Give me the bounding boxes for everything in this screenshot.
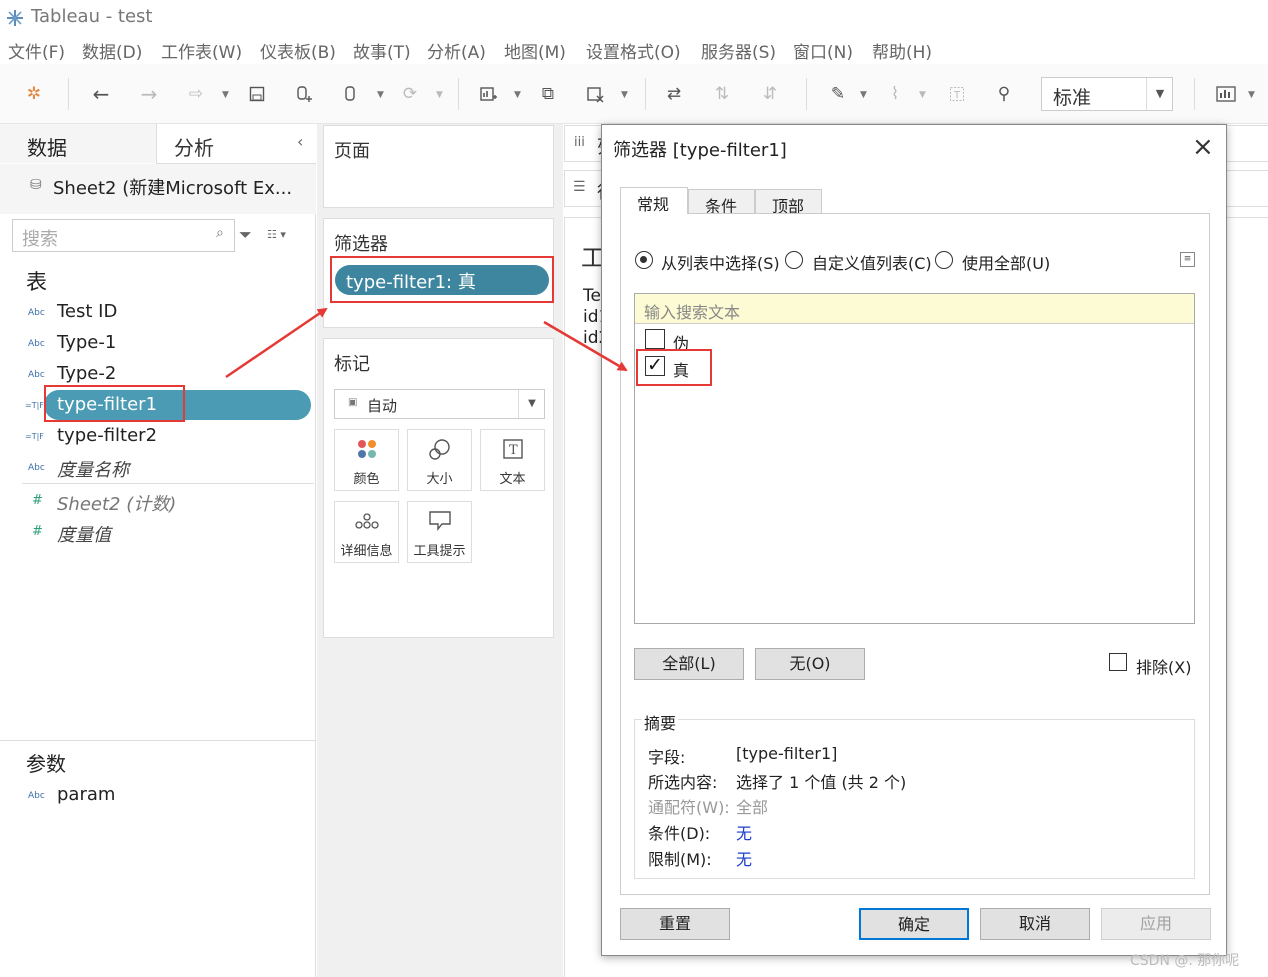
tab-general-label: 常规: [637, 195, 670, 214]
watermark: CSDN @. 那你呢: [1130, 953, 1240, 969]
tab-general[interactable]: 常规: [620, 187, 688, 214]
annotation-arrow: [225, 307, 328, 379]
annotation-arrow: [543, 320, 628, 372]
annotation-arrows: [225, 307, 628, 379]
